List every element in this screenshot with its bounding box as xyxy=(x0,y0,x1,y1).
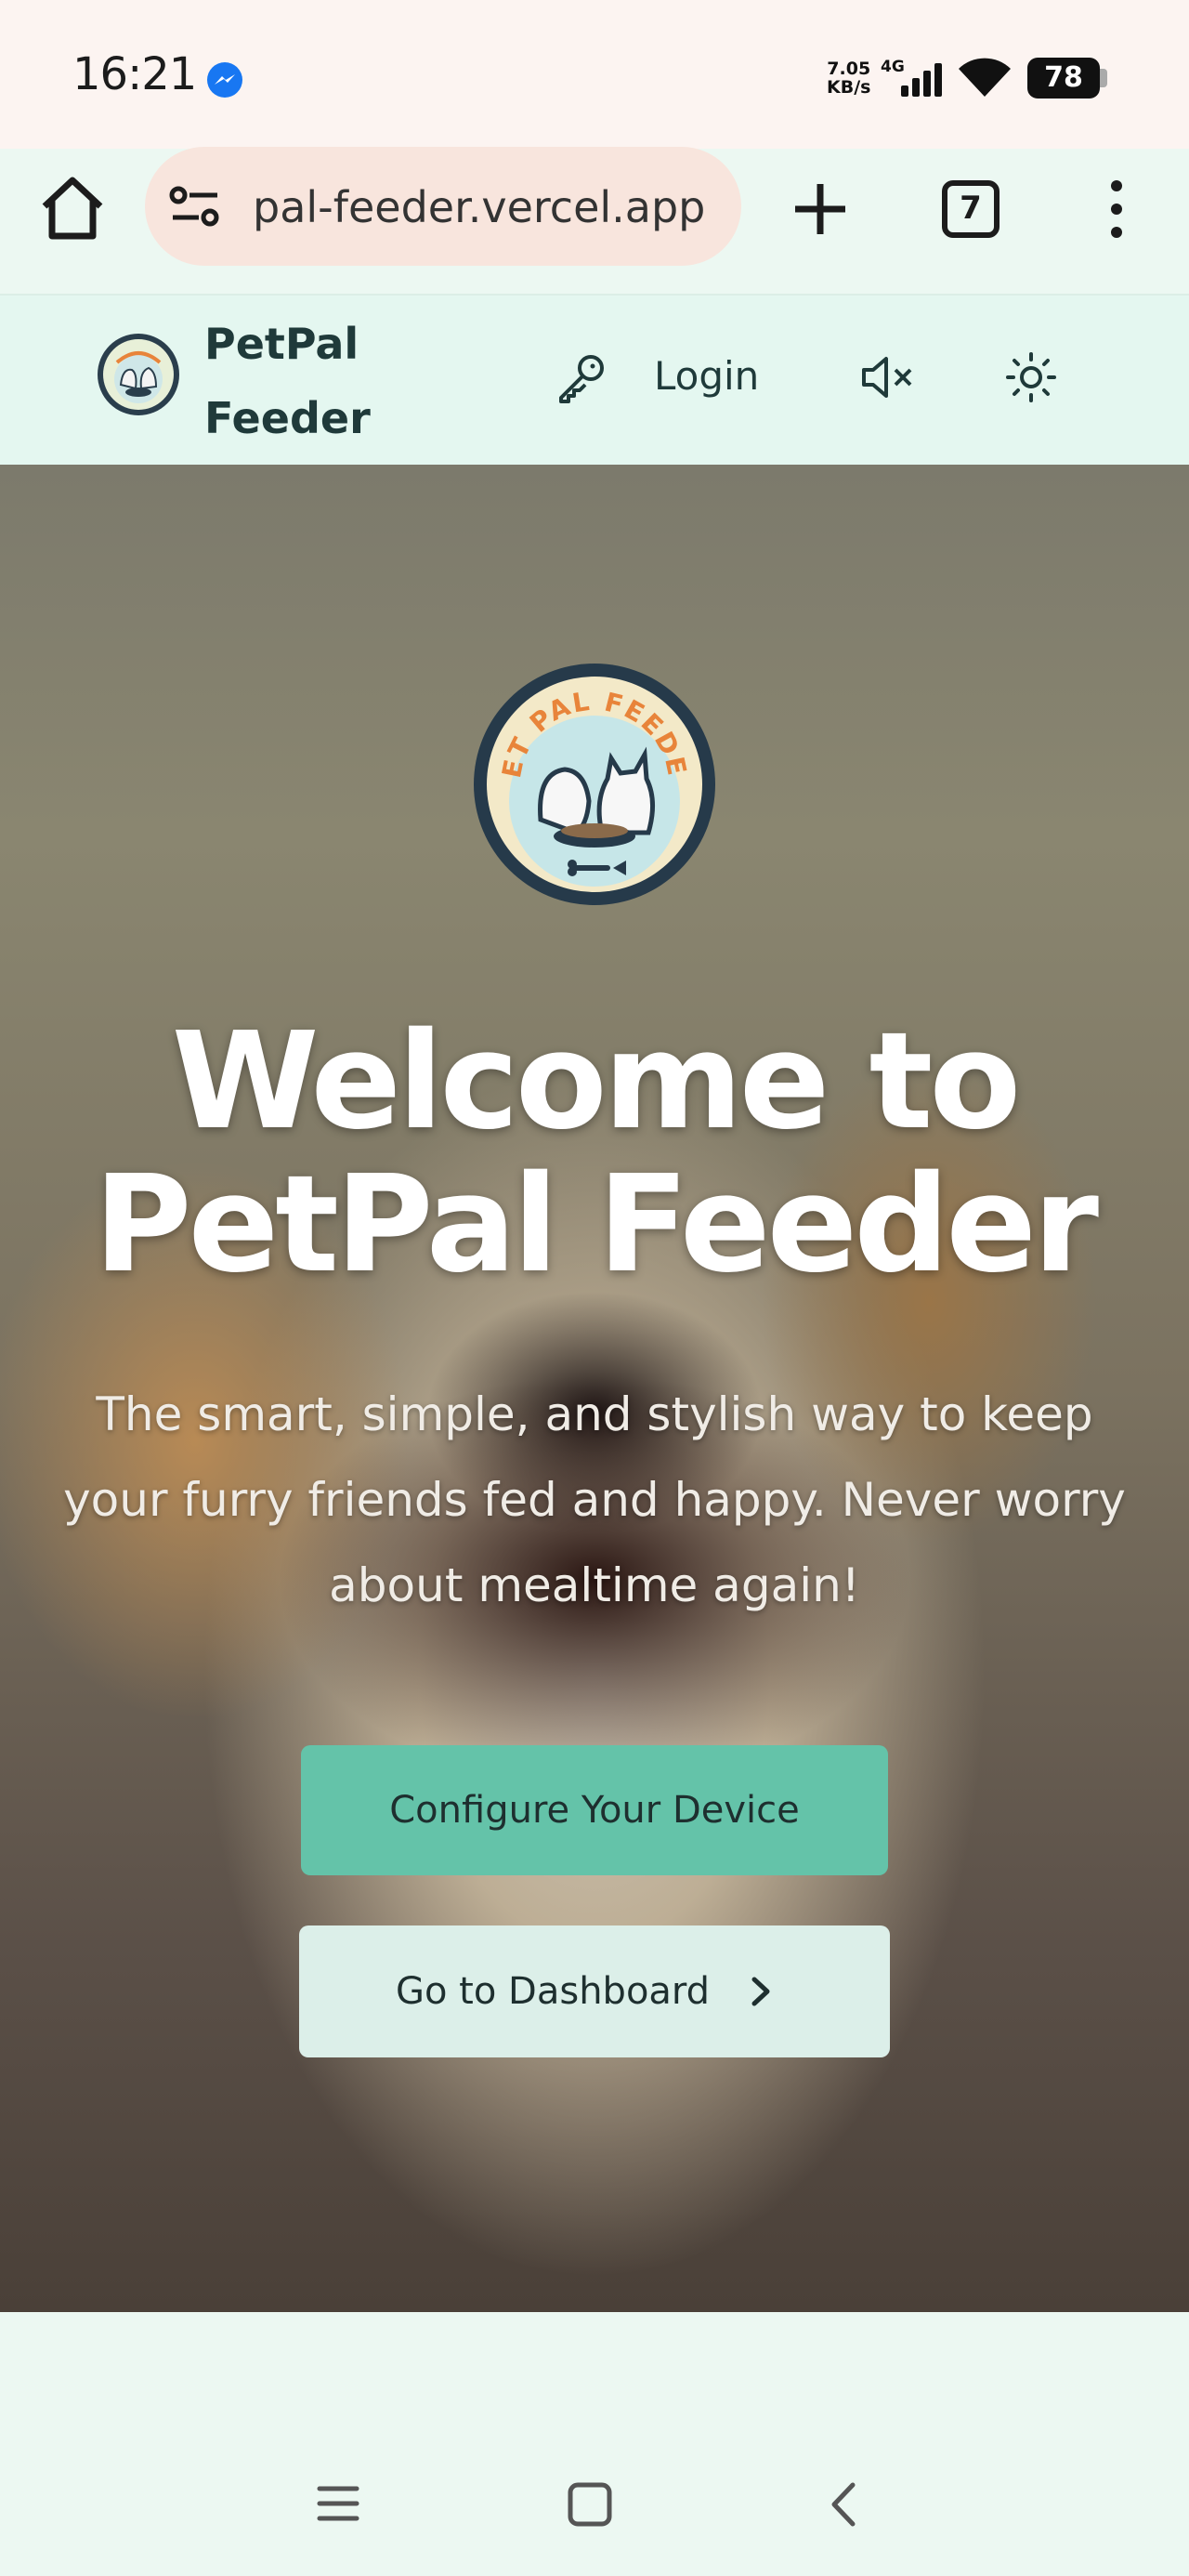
theme-toggle-sun-icon[interactable] xyxy=(1005,351,1057,403)
sound-muted-icon[interactable] xyxy=(860,353,916,401)
tab-switcher-button[interactable]: 7 xyxy=(942,180,1000,238)
messenger-icon xyxy=(207,62,242,98)
battery-tip xyxy=(1100,69,1107,87)
back-icon[interactable] xyxy=(825,2479,860,2530)
signal-icon xyxy=(901,63,942,97)
chevron-right-icon xyxy=(751,1977,770,2006)
url-text[interactable]: pal-feeder.vercel.app xyxy=(253,182,736,232)
net-speed: 7.05 KB/s xyxy=(827,59,871,98)
login-link[interactable]: Login xyxy=(654,353,759,399)
configure-device-button[interactable]: Configure Your Device xyxy=(301,1745,888,1875)
new-tab-icon[interactable] xyxy=(791,180,849,238)
brand-name[interactable]: PetPal Feeder xyxy=(204,307,390,455)
system-nav-bar xyxy=(0,2416,1189,2576)
recent-apps-icon[interactable] xyxy=(316,2483,360,2524)
site-settings-icon[interactable] xyxy=(169,184,221,230)
nav-home-icon[interactable] xyxy=(567,2481,613,2528)
go-to-dashboard-button[interactable]: Go to Dashboard xyxy=(299,1925,890,2057)
status-bar: 16:21 7.05 KB/s 4G 78 xyxy=(0,0,1189,149)
hero-subtitle: The smart, simple, and stylish way to ke… xyxy=(63,1387,1126,1612)
hero-logo: PET PAL FEEDER xyxy=(472,662,715,905)
hero-title: Welcome to PetPal Feeder xyxy=(94,1003,1099,1302)
battery-level: 78 xyxy=(1027,58,1100,99)
status-time: 16:21 xyxy=(72,48,197,100)
home-icon[interactable] xyxy=(37,175,108,242)
key-icon[interactable] xyxy=(555,351,608,403)
more-options-icon[interactable] xyxy=(1100,177,1133,242)
logo-icon[interactable] xyxy=(95,331,182,418)
wifi-icon xyxy=(959,58,1011,97)
battery-indicator: 78 xyxy=(1027,58,1107,99)
go-to-dashboard-label: Go to Dashboard xyxy=(396,1970,711,2013)
